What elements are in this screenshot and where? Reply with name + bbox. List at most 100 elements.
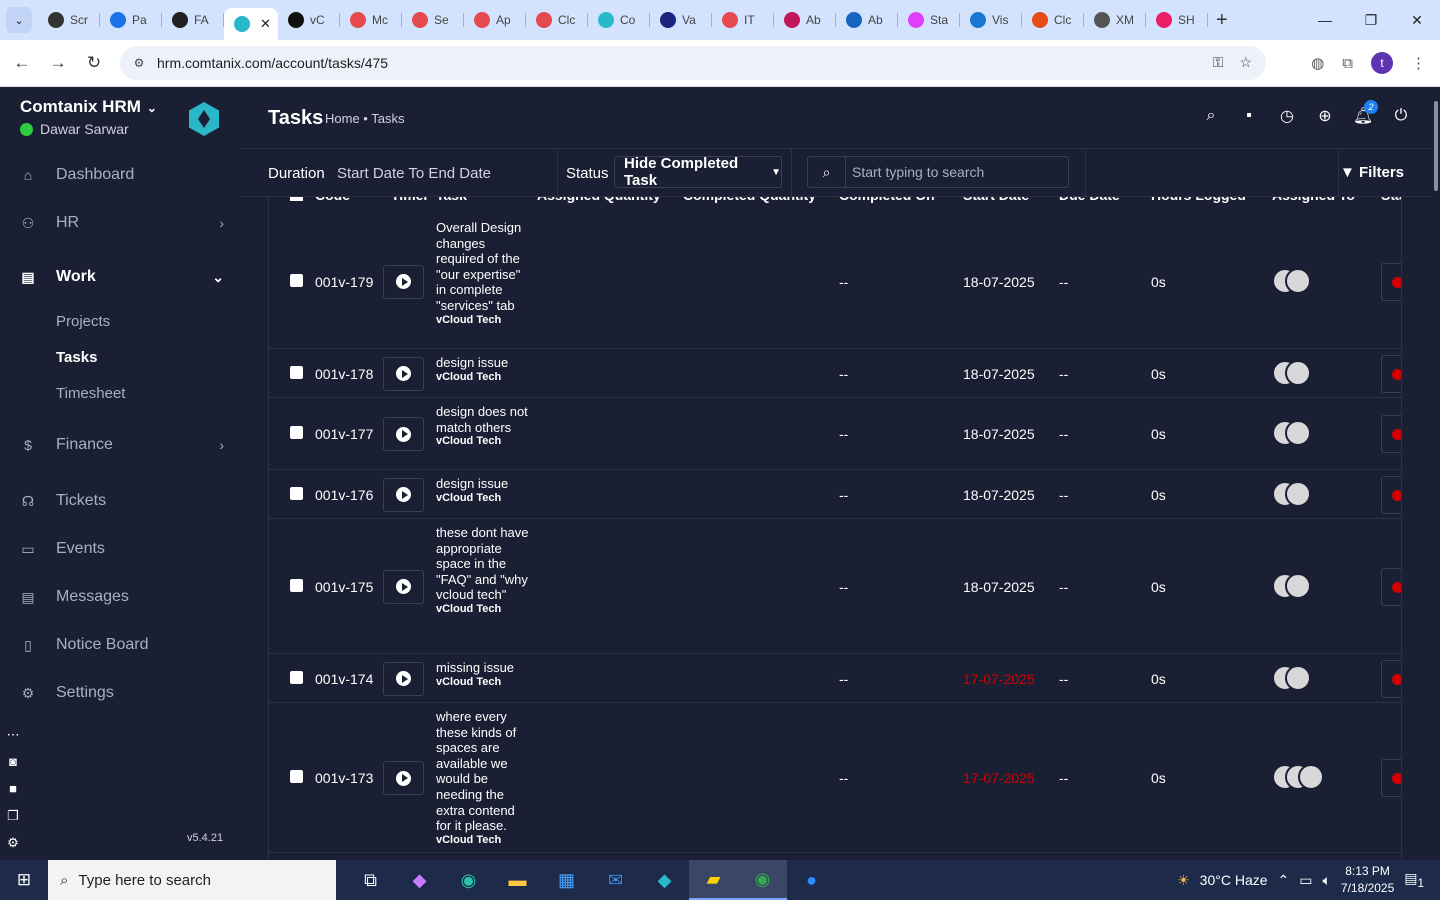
sidebar-item-work[interactable]: ▤ Work ⌄ [0, 257, 240, 297]
start-timer-button[interactable] [383, 477, 424, 512]
avatar[interactable] [1285, 480, 1311, 507]
task-code[interactable]: 001v-179 [315, 274, 373, 290]
file-explorer-icon[interactable]: ▬ [493, 860, 542, 900]
status-dropdown[interactable] [1381, 354, 1401, 393]
store-icon[interactable]: ▦ [542, 860, 591, 900]
url-text[interactable]: hrm.comtanix.com/account/tasks/475 [157, 55, 388, 71]
sidebar-subitem-projects[interactable]: Projects [56, 313, 110, 330]
zoom-icon[interactable]: ● [787, 860, 836, 900]
task-name[interactable]: these dont have appropriate space in the… [436, 525, 529, 602]
window-icon[interactable]: ❐ [0, 806, 26, 825]
status-select[interactable]: Hide Completed Task ▼ [614, 155, 782, 189]
tray-overflow-icon[interactable]: ⌃ [1278, 872, 1290, 889]
browser-tab[interactable]: Mc [340, 4, 402, 36]
browser-tab[interactable]: Scr [38, 4, 100, 36]
minimize-button[interactable]: — [1302, 0, 1348, 40]
date-range-picker[interactable]: Start Date To End Date [337, 165, 491, 182]
browser-tab[interactable]: SH [1146, 4, 1208, 36]
avatar[interactable] [1285, 572, 1311, 599]
browser-tab[interactable]: XM [1084, 4, 1146, 36]
start-timer-button[interactable] [383, 761, 424, 795]
task-view-icon[interactable]: ⧉ [346, 860, 395, 900]
forward-button[interactable]: → [40, 45, 76, 81]
company-switcher[interactable]: Comtanix HRM ⌄ [20, 97, 157, 117]
row-checkbox[interactable] [290, 486, 303, 500]
sidebar-item-dashboard[interactable]: ⌂ Dashboard [0, 155, 240, 195]
password-key-icon[interactable]: ⚿ [1213, 54, 1224, 71]
copilot-icon[interactable]: ◆ [395, 860, 444, 900]
video-icon[interactable]: ■ [0, 779, 26, 798]
task-project[interactable]: vCloud Tech [436, 435, 532, 448]
sidebar-item-events[interactable]: ▭ Events [0, 529, 240, 569]
task-project[interactable]: vCloud Tech [436, 314, 532, 327]
extensions-icon[interactable]: ⧉ [1342, 55, 1353, 72]
power-icon[interactable]: ⏻ [1392, 107, 1410, 125]
search-input[interactable] [852, 164, 1062, 180]
status-dropdown[interactable] [1381, 475, 1401, 514]
assigned-avatars[interactable] [1272, 359, 1311, 386]
start-timer-button[interactable] [383, 661, 424, 696]
clock-icon[interactable]: ◷ [1278, 107, 1296, 125]
edge-icon[interactable]: ◉ [444, 860, 493, 900]
avatar[interactable] [1285, 267, 1311, 294]
sidebar-item-notice-board[interactable]: ▯ Notice Board [0, 625, 240, 665]
task-code[interactable]: 001v-173 [315, 770, 373, 786]
browser-tab[interactable]: FA [162, 4, 224, 36]
address-bar[interactable]: ⚙ hrm.comtanix.com/account/tasks/475 ⚿ ☆ [120, 46, 1266, 80]
sidebar-item-finance[interactable]: $ Finance › [0, 425, 240, 465]
start-timer-button[interactable] [383, 356, 424, 391]
task-project[interactable]: vCloud Tech [436, 492, 532, 505]
mail-icon[interactable]: ✉ [591, 860, 640, 900]
bookmark-star-icon[interactable]: ☆ [1239, 54, 1252, 71]
user-status[interactable]: Dawar Sarwar [20, 121, 129, 137]
browser-menu-icon[interactable]: ⋮ [1411, 54, 1426, 72]
sidebar-item-settings[interactable]: ⚙ Settings [0, 673, 240, 713]
search-icon[interactable]: ⌕ [1202, 107, 1220, 125]
breadcrumb[interactable]: Home • Tasks [325, 111, 404, 126]
sidebar-subitem-timesheet[interactable]: Timesheet [56, 385, 125, 402]
select-all-checkbox[interactable] [290, 197, 303, 201]
taskbar-search[interactable]: ⌕ Type here to search [48, 860, 336, 900]
add-circle-icon[interactable]: ⊕ [1316, 107, 1334, 125]
avatar[interactable] [1298, 764, 1324, 790]
browser-tab[interactable]: Va [650, 4, 712, 36]
browser-tab[interactable]: ✕ [224, 8, 278, 40]
status-dropdown[interactable] [1381, 759, 1401, 797]
action-center-icon[interactable]: ▤1 [1404, 870, 1424, 890]
row-checkbox[interactable] [290, 365, 303, 379]
network-icon[interactable]: ▭ [1299, 872, 1312, 889]
task-code[interactable]: 001v-176 [315, 487, 373, 503]
site-info-icon[interactable]: ⚙ [124, 56, 154, 70]
close-window-button[interactable]: ✕ [1394, 0, 1440, 40]
assigned-avatars[interactable] [1272, 572, 1311, 599]
sidebar-item-messages[interactable]: ▤ Messages [0, 577, 240, 617]
clock[interactable]: 8:13 PM 7/18/2025 [1341, 863, 1394, 897]
task-name[interactable]: where every these kinds of spaces are av… [436, 709, 516, 833]
task-name[interactable]: design issue [436, 355, 508, 370]
assigned-avatars[interactable] [1272, 764, 1324, 790]
browser-tab[interactable]: Ab [836, 4, 898, 36]
browser-tab[interactable]: IT [712, 4, 774, 36]
row-checkbox[interactable] [290, 426, 303, 439]
avatar[interactable] [1285, 664, 1311, 691]
maximize-button[interactable]: ❐ [1348, 0, 1394, 40]
task-project[interactable]: vCloud Tech [436, 834, 532, 847]
windows-start-icon[interactable]: ⊞ [0, 860, 48, 900]
row-checkbox[interactable] [290, 578, 303, 592]
page-scrollbar[interactable] [1432, 87, 1440, 860]
new-tab-button[interactable]: + [1216, 9, 1228, 32]
browser-tab[interactable]: Sta [898, 4, 960, 36]
weather-icon[interactable]: ☀ [1177, 872, 1190, 889]
comtanix-app-icon[interactable]: ◆ [640, 860, 689, 900]
assigned-avatars[interactable] [1272, 664, 1311, 691]
avatar[interactable] [1285, 420, 1311, 446]
start-timer-button[interactable] [383, 569, 424, 604]
task-name[interactable]: design issue [436, 476, 508, 491]
browser-tab[interactable]: Ab [774, 4, 836, 36]
row-checkbox[interactable] [290, 770, 303, 783]
tools-gear-icon[interactable]: ⚙ [0, 833, 26, 852]
translate-icon[interactable]: ◍ [1311, 54, 1324, 72]
tab-search-button[interactable]: ⌄ [6, 7, 32, 33]
task-code[interactable]: 001v-178 [315, 366, 373, 382]
sidebar-subitem-tasks[interactable]: Tasks [56, 349, 97, 366]
